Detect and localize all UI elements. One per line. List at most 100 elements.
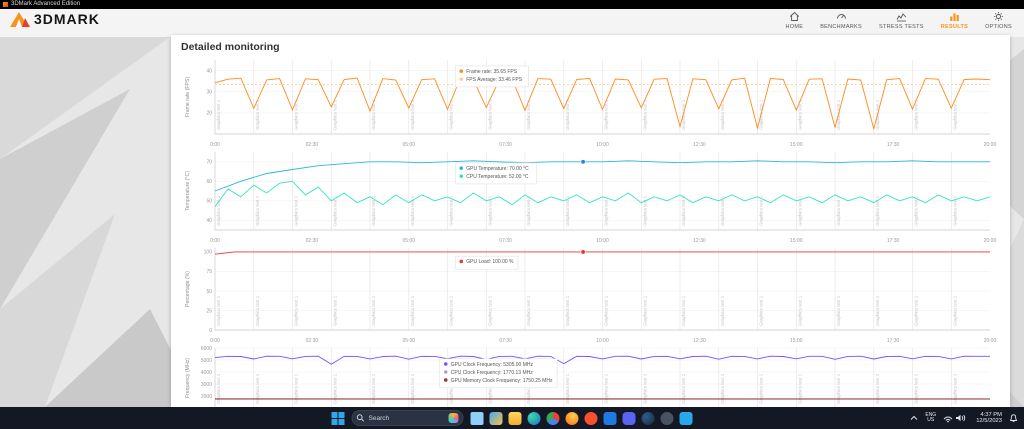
svg-text:Graphics test 1: Graphics test 1 (449, 195, 454, 226)
svg-text:50: 50 (206, 289, 212, 295)
nav-options[interactable]: OPTIONS (985, 11, 1012, 30)
svg-text:10:00: 10:00 (596, 238, 609, 244)
svg-text:20:00: 20:00 (984, 142, 997, 148)
svg-text:CPU Clock Frequency: 1770.13 M: CPU Clock Frequency: 1770.13 MHz (451, 370, 533, 376)
search-box[interactable]: Search (351, 410, 464, 426)
svg-text:FPS Average: 33.46 FPS: FPS Average: 33.46 FPS (466, 77, 522, 83)
svg-text:0:00: 0:00 (210, 238, 220, 244)
frequency-chart[interactable]: 200030004000500060000:0002:3005:0007:301… (181, 345, 1000, 407)
options-icon (994, 12, 1004, 21)
window-titlebar: 3DMark Advanced Edition (0, 0, 1024, 9)
app-icon (3, 2, 8, 7)
monitoring-panel: Detailed monitoring 20 30 40 0:00 02:30 05:00… (171, 35, 1010, 407)
svg-text:Graphics test 1: Graphics test 1 (681, 295, 686, 326)
svg-text:70: 70 (206, 160, 212, 166)
nav-options-label: OPTIONS (985, 24, 1012, 30)
svg-text:CPU Temperature: 52.00 °C: CPU Temperature: 52.00 °C (466, 174, 529, 180)
svg-text:Graphics test 1: Graphics test 1 (914, 295, 919, 326)
nav-stress-tests[interactable]: STRESS TESTS (879, 11, 924, 30)
svg-text:GPU Memory Clock Frequency: 17: GPU Memory Clock Frequency: 1750.25 MHz (451, 378, 553, 384)
widgets-icon[interactable] (489, 411, 503, 425)
temperature-chart[interactable]: 40 50 60 70 0:00 02:30 05:00 07:30 10:00 12:30 15:… (181, 149, 1000, 245)
svg-text:20: 20 (206, 111, 212, 117)
nav-benchmarks[interactable]: BENCHMARKS (820, 11, 862, 30)
svg-text:02:30: 02:30 (306, 142, 319, 148)
system-tray: ENG US 4:37 PM 12/5/2023 (910, 407, 1018, 429)
brave-icon[interactable] (584, 411, 598, 425)
3dmark-emblem-icon (10, 11, 30, 27)
nav-results-label: RESULTS (940, 24, 969, 30)
svg-text:GPU Temperature: 70.00 °C: GPU Temperature: 70.00 °C (466, 166, 529, 172)
svg-text:Graphics test 1: Graphics test 1 (255, 295, 260, 326)
pinned-apps (470, 411, 693, 425)
svg-text:25: 25 (206, 308, 212, 314)
svg-text:05:00: 05:00 (403, 238, 416, 244)
svg-text:Temperature (°C): Temperature (°C) (185, 171, 191, 211)
taskbar-center: Search (331, 407, 693, 429)
chart-svg: 20 30 40 0:00 02:30 05:00 07:30 10:00 12:30 15:00… (185, 60, 997, 148)
tray-date: 12/5/2023 (976, 418, 1002, 424)
page-title: Detailed monitoring (181, 41, 280, 53)
chart-svg: 40 50 60 70 0:00 02:30 05:00 07:30 10:00 12:30 15:… (185, 152, 996, 244)
svg-text:Graphics test 1: Graphics test 1 (449, 99, 454, 130)
svg-text:GPU Clock Frequency: 5305.00 M: GPU Clock Frequency: 5305.00 MHz (451, 362, 534, 368)
svg-text:Graphics test 1: Graphics test 1 (410, 295, 415, 326)
svg-text:40: 40 (206, 68, 212, 74)
svg-text:Frame rate (FPS): Frame rate (FPS) (185, 77, 191, 118)
svg-text:Graphics test 1: Graphics test 1 (526, 99, 531, 130)
svg-text:50: 50 (206, 199, 212, 205)
code-icon[interactable] (679, 411, 693, 425)
svg-text:Graphics test 1: Graphics test 1 (371, 99, 376, 130)
svg-text:Graphics test 1: Graphics test 1 (797, 99, 802, 130)
nav-benchmarks-label: BENCHMARKS (820, 24, 862, 30)
svg-text:0:00: 0:00 (210, 142, 220, 148)
obs-icon[interactable] (660, 411, 674, 425)
percentage-chart[interactable]: 0 25 50 75 100 0:00 02:30 05:00 07:30 10:00 12:30 1… (181, 245, 1000, 345)
svg-text:0: 0 (209, 328, 212, 334)
3dmark-logo: 3DMARK (10, 11, 100, 27)
firefox-icon[interactable] (565, 411, 579, 425)
svg-text:07:30: 07:30 (499, 142, 512, 148)
svg-text:Graphics test 1: Graphics test 1 (332, 295, 337, 326)
svg-text:Graphics test 1: Graphics test 1 (952, 295, 957, 326)
chrome-icon[interactable] (546, 411, 560, 425)
svg-text:Graphics test 1: Graphics test 1 (759, 195, 764, 226)
svg-text:Graphics test 1: Graphics test 1 (216, 99, 221, 130)
task-view-icon[interactable] (470, 411, 484, 425)
search-icon (356, 414, 365, 422)
svg-text:Graphics test 1: Graphics test 1 (526, 295, 531, 326)
store-icon[interactable] (603, 411, 617, 425)
steam-icon[interactable] (641, 411, 655, 425)
discord-icon[interactable] (622, 411, 636, 425)
tray-chevron-icon[interactable] (910, 415, 918, 421)
frame-rate-chart[interactable]: 20 30 40 0:00 02:30 05:00 07:30 10:00 12:30 15:00… (181, 57, 1000, 149)
file-explorer-icon[interactable] (508, 411, 522, 425)
start-button[interactable] (331, 411, 345, 425)
svg-text:Frequency (MHz): Frequency (MHz) (185, 358, 191, 398)
svg-text:Graphics test 1: Graphics test 1 (487, 295, 492, 326)
svg-text:07:30: 07:30 (499, 338, 512, 344)
svg-text:20:00: 20:00 (984, 338, 997, 344)
svg-text:17:30: 17:30 (887, 142, 900, 148)
logo-text: 3DMARK (34, 11, 100, 27)
svg-text:GPU Load: 100.00 %: GPU Load: 100.00 % (466, 259, 514, 265)
svg-text:Graphics test 1: Graphics test 1 (604, 295, 609, 326)
svg-text:17:30: 17:30 (887, 238, 900, 244)
svg-text:Graphics test 1: Graphics test 1 (255, 195, 260, 226)
clock[interactable]: 4:37 PM 12/5/2023 (976, 412, 1002, 425)
network-volume-icons[interactable] (943, 413, 969, 423)
notifications-bell-icon[interactable] (1009, 413, 1018, 423)
svg-text:Frame rate: 35.65 FPS: Frame rate: 35.65 FPS (466, 69, 518, 75)
svg-text:40: 40 (206, 218, 212, 224)
svg-text:12:30: 12:30 (693, 338, 706, 344)
nav-home[interactable]: HOME (785, 11, 803, 30)
svg-text:Graphics test 1: Graphics test 1 (759, 295, 764, 326)
svg-text:Graphics test 1: Graphics test 1 (681, 195, 686, 226)
results-icon (950, 13, 959, 21)
svg-text:Graphics test 1: Graphics test 1 (604, 99, 609, 130)
nav-results[interactable]: RESULTS (941, 11, 968, 30)
edge-icon[interactable] (527, 411, 541, 425)
svg-text:Graphics test 1: Graphics test 1 (914, 195, 919, 226)
search-highlight-icon (448, 413, 459, 423)
language-switcher[interactable]: ENG US (925, 412, 936, 424)
